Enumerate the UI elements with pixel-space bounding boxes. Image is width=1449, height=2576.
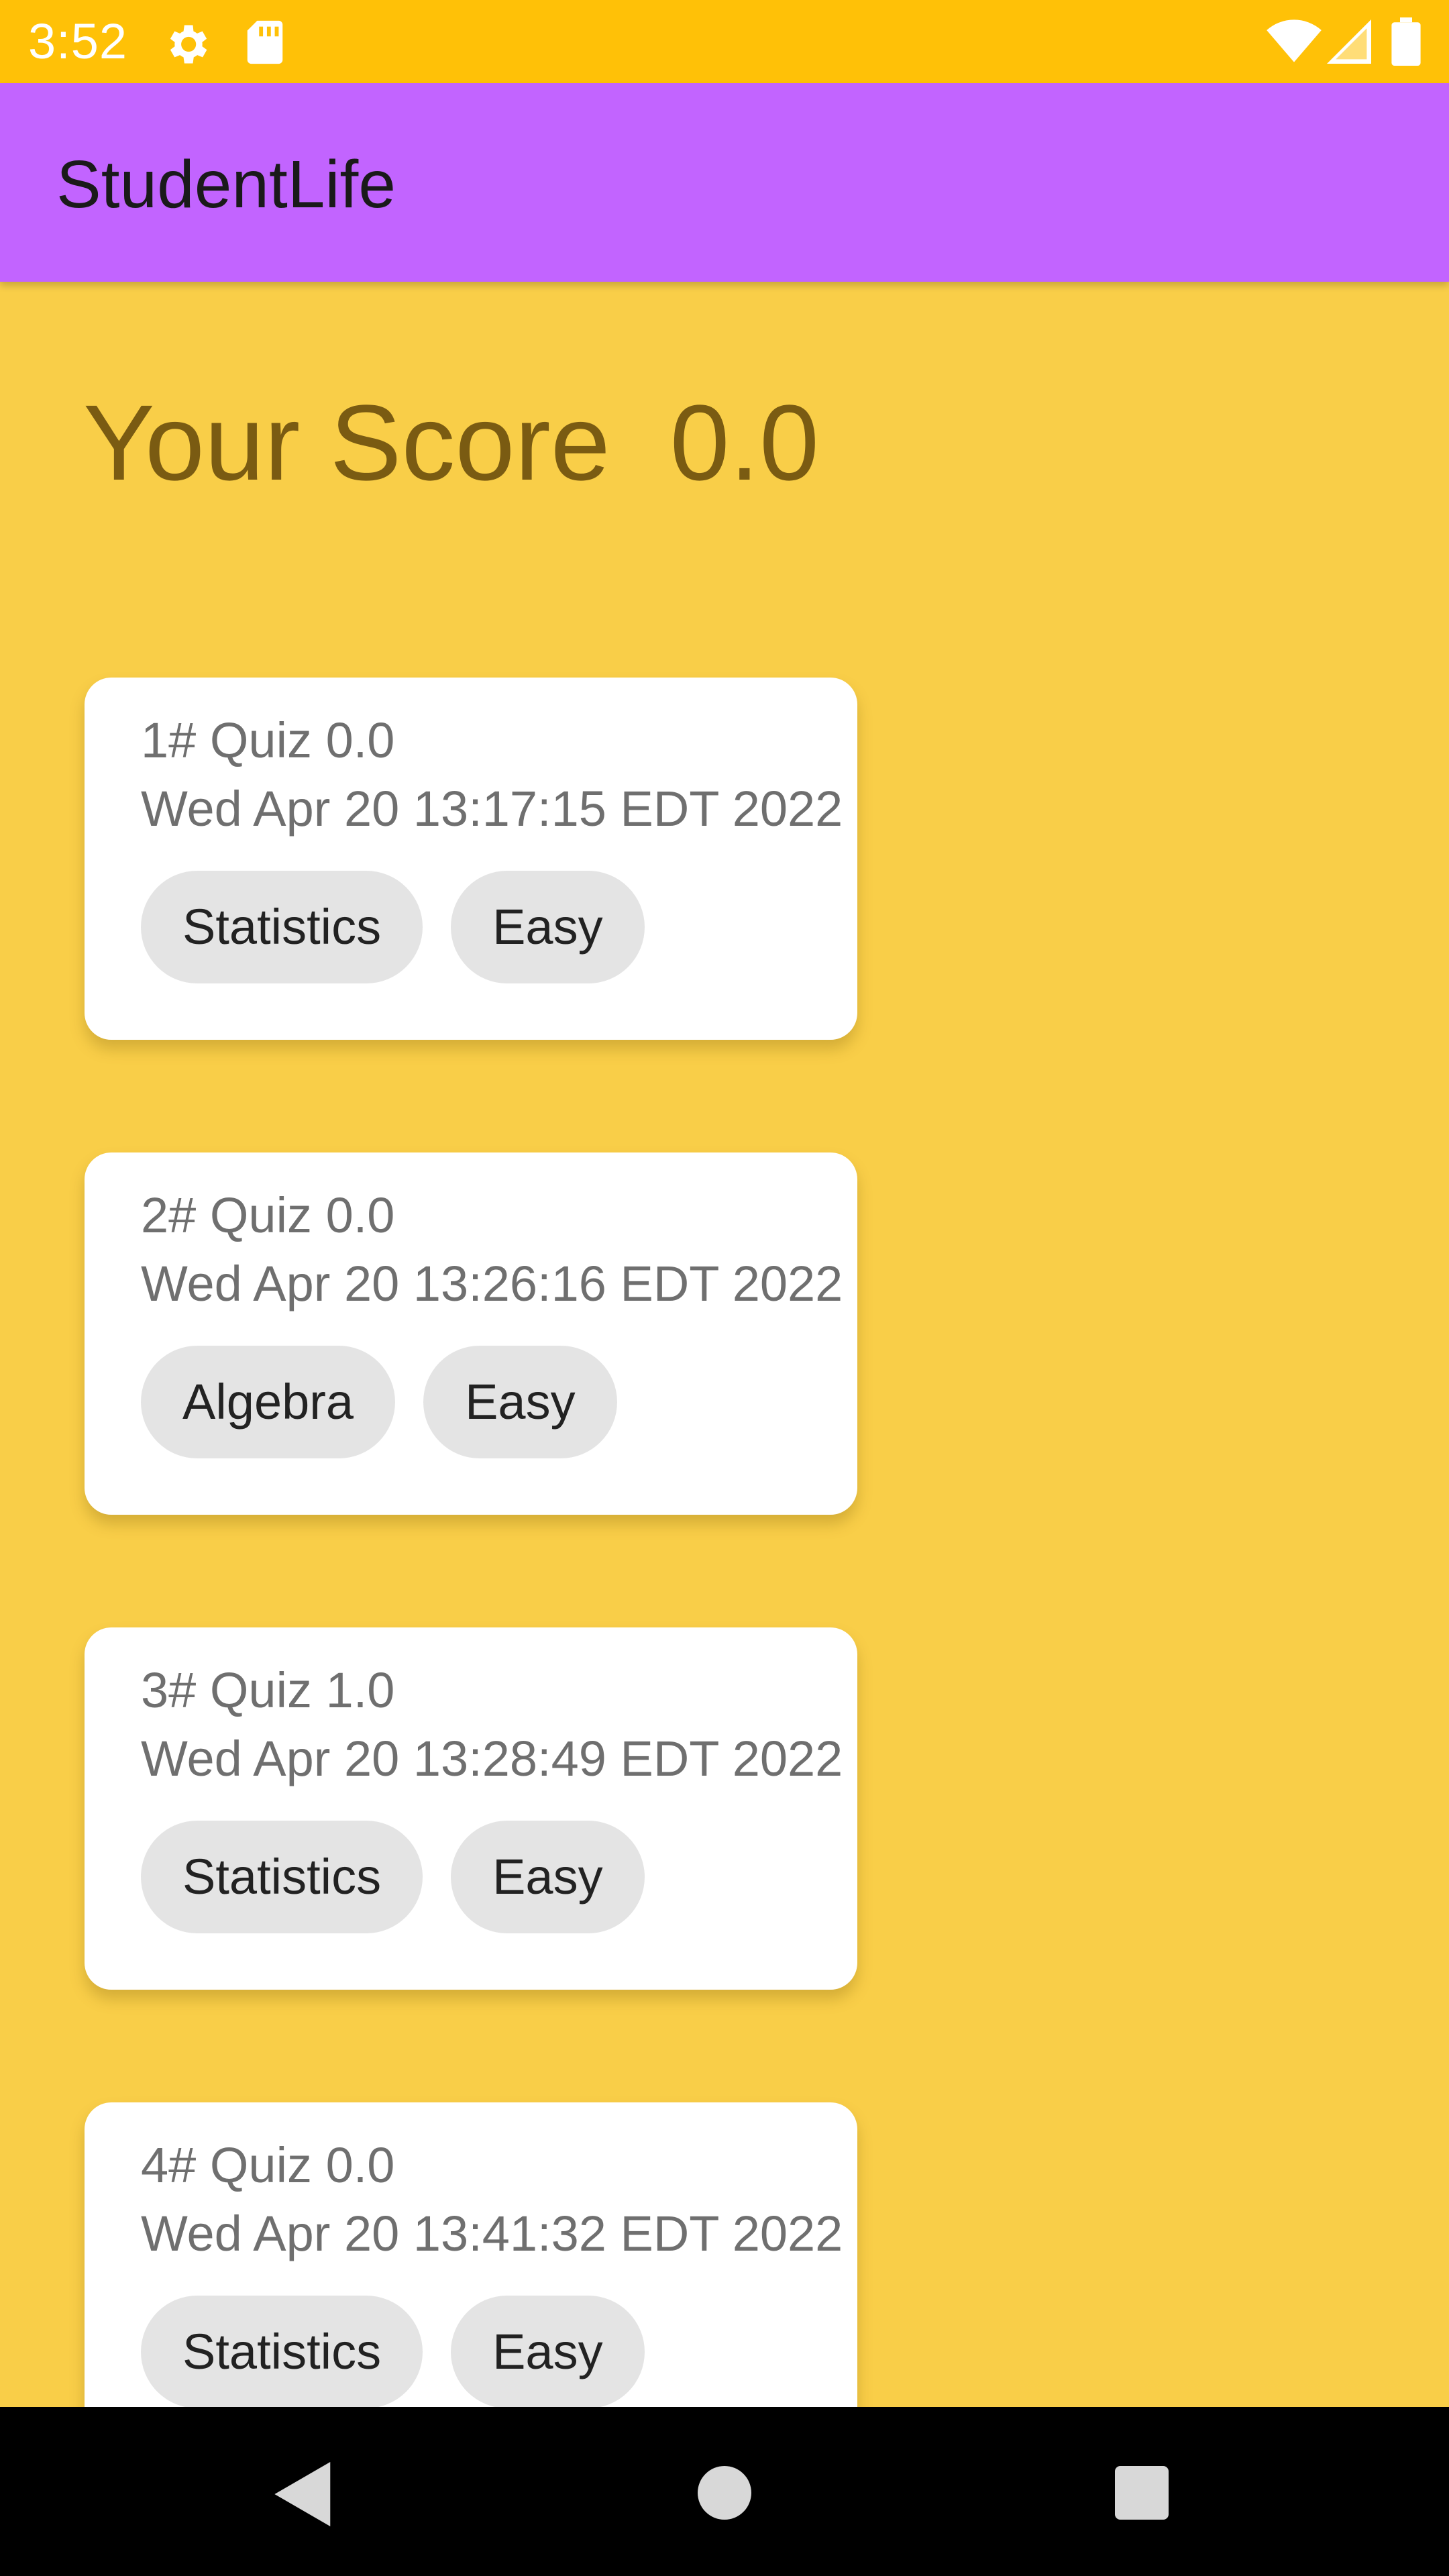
- topic-chip[interactable]: Statistics: [141, 1821, 423, 1933]
- quiz-date: Wed Apr 20 13:41:32 EDT 2022: [141, 2206, 843, 2261]
- topic-chip[interactable]: Algebra: [141, 1346, 396, 1458]
- difficulty-chip[interactable]: Easy: [423, 1346, 617, 1458]
- back-icon[interactable]: [274, 2462, 334, 2526]
- chip-row: Algebra Easy: [141, 1346, 617, 1458]
- status-time: 3:52: [28, 13, 128, 69]
- difficulty-chip[interactable]: Easy: [451, 2296, 645, 2407]
- home-icon[interactable]: [698, 2466, 751, 2520]
- status-bar: 3:52: [0, 0, 1449, 83]
- quiz-card[interactable]: 1# Quiz 0.0 Wed Apr 20 13:17:15 EDT 2022…: [85, 678, 857, 1040]
- chip-row: Statistics Easy: [141, 871, 645, 983]
- quiz-date: Wed Apr 20 13:26:16 EDT 2022: [141, 1256, 843, 1311]
- cellular-signal-icon: [1327, 19, 1371, 64]
- quiz-card[interactable]: 4# Quiz 0.0 Wed Apr 20 13:41:32 EDT 2022…: [85, 2102, 857, 2407]
- score-label: Your Score 0.0: [83, 382, 820, 502]
- quiz-list-screen[interactable]: Your Score 0.0 1# Quiz 0.0 Wed Apr 20 13…: [0, 282, 1449, 2407]
- topic-chip[interactable]: Statistics: [141, 2296, 423, 2407]
- quiz-card[interactable]: 3# Quiz 1.0 Wed Apr 20 13:28:49 EDT 2022…: [85, 1627, 857, 1990]
- quiz-date: Wed Apr 20 13:28:49 EDT 2022: [141, 1731, 843, 1786]
- quiz-card[interactable]: 2# Quiz 0.0 Wed Apr 20 13:26:16 EDT 2022…: [85, 1152, 857, 1515]
- chip-row: Statistics Easy: [141, 1821, 645, 1933]
- app-title: StudentLife: [56, 147, 396, 222]
- chip-row: Statistics Easy: [141, 2296, 645, 2407]
- recents-icon[interactable]: [1115, 2466, 1169, 2520]
- wifi-icon: [1267, 19, 1322, 62]
- sd-card-icon: [247, 20, 283, 64]
- settings-gear-icon: [170, 25, 207, 64]
- quiz-title: 4# Quiz 0.0: [141, 2137, 395, 2193]
- quiz-title: 2# Quiz 0.0: [141, 1187, 395, 1243]
- navigation-bar: [0, 2407, 1449, 2576]
- battery-icon: [1391, 17, 1421, 66]
- app-bar: StudentLife: [0, 83, 1449, 282]
- difficulty-chip[interactable]: Easy: [451, 1821, 645, 1933]
- quiz-date: Wed Apr 20 13:17:15 EDT 2022: [141, 781, 843, 837]
- quiz-title: 1# Quiz 0.0: [141, 712, 395, 768]
- difficulty-chip[interactable]: Easy: [451, 871, 645, 983]
- quiz-title: 3# Quiz 1.0: [141, 1662, 395, 1718]
- topic-chip[interactable]: Statistics: [141, 871, 423, 983]
